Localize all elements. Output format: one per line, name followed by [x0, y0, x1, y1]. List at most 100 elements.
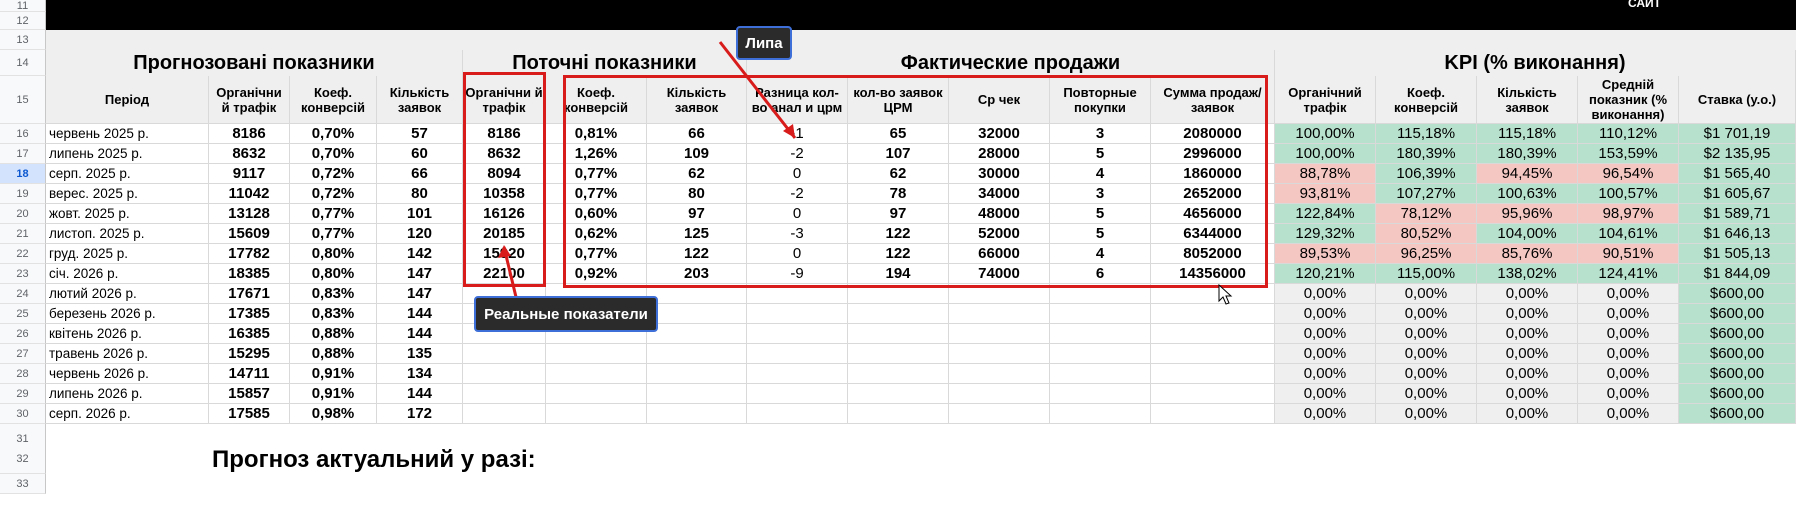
cell-k_avg[interactable]: 124,41% — [1578, 264, 1679, 284]
row-number[interactable]: 18 — [0, 164, 46, 184]
cell-f_conv[interactable]: 0,88% — [290, 344, 377, 364]
cell-diff[interactable]: -2 — [747, 184, 848, 204]
cell-diff[interactable]: 0 — [747, 244, 848, 264]
cell-sum[interactable] — [1151, 404, 1275, 424]
cell-diff[interactable] — [747, 324, 848, 344]
cell-rate[interactable]: $600,00 — [1679, 344, 1796, 364]
cell-f_leads[interactable]: 147 — [377, 284, 463, 304]
cell-k_avg[interactable]: 96,54% — [1578, 164, 1679, 184]
cell-f_traffic[interactable]: 13128 — [209, 204, 290, 224]
cell-k_conv[interactable]: 96,25% — [1376, 244, 1477, 264]
cell-k_conv[interactable]: 0,00% — [1376, 324, 1477, 344]
cell-f_leads[interactable]: 120 — [377, 224, 463, 244]
cell-avg[interactable] — [949, 384, 1050, 404]
cell-period[interactable]: серп. 2026 р. — [46, 404, 209, 424]
row-number[interactable]: 24 — [0, 284, 46, 304]
cell-c_traffic[interactable]: 8094 — [463, 164, 546, 184]
cell-sum[interactable]: 6344000 — [1151, 224, 1275, 244]
cell-c_conv[interactable] — [546, 344, 647, 364]
cell-k_conv[interactable]: 107,27% — [1376, 184, 1477, 204]
cell-repeat[interactable] — [1050, 304, 1151, 324]
row-number[interactable]: 13 — [0, 30, 46, 50]
cell-crm[interactable] — [848, 404, 949, 424]
cell-rate[interactable]: $2 135,95 — [1679, 144, 1796, 164]
cell-crm[interactable] — [848, 324, 949, 344]
cell-period[interactable]: травень 2026 р. — [46, 344, 209, 364]
cell-c_leads[interactable] — [647, 384, 747, 404]
cell-k_traffic[interactable]: 0,00% — [1275, 344, 1376, 364]
cell-diff[interactable] — [747, 404, 848, 424]
cell-k_avg[interactable]: 0,00% — [1578, 384, 1679, 404]
cell-f_traffic[interactable]: 9117 — [209, 164, 290, 184]
cell-period[interactable]: лютий 2026 р. — [46, 284, 209, 304]
cell-k_avg[interactable]: 0,00% — [1578, 324, 1679, 344]
column-header-k_avg[interactable]: Средній показник (% виконання) — [1578, 76, 1679, 124]
cell-c_leads[interactable] — [647, 404, 747, 424]
cell-k_leads[interactable]: 115,18% — [1477, 124, 1578, 144]
cell-k_avg[interactable]: 0,00% — [1578, 364, 1679, 384]
row-number[interactable]: 21 — [0, 224, 46, 244]
cell-c_conv[interactable]: 0,77% — [546, 164, 647, 184]
cell-k_leads[interactable]: 104,00% — [1477, 224, 1578, 244]
cell-diff[interactable]: -9 — [747, 264, 848, 284]
cell-k_avg[interactable]: 153,59% — [1578, 144, 1679, 164]
cell-k_avg[interactable]: 104,61% — [1578, 224, 1679, 244]
cell-repeat[interactable]: 3 — [1050, 124, 1151, 144]
cell-f_conv[interactable]: 0,77% — [290, 224, 377, 244]
cell-k_traffic[interactable]: 88,78% — [1275, 164, 1376, 184]
cell-k_traffic[interactable]: 100,00% — [1275, 124, 1376, 144]
cell-k_leads[interactable]: 0,00% — [1477, 384, 1578, 404]
cell-rate[interactable]: $1 565,40 — [1679, 164, 1796, 184]
cell-diff[interactable] — [747, 304, 848, 324]
cell-avg[interactable] — [949, 324, 1050, 344]
row-number[interactable]: 25 — [0, 304, 46, 324]
cell-f_conv[interactable]: 0,91% — [290, 364, 377, 384]
cell-crm[interactable]: 122 — [848, 244, 949, 264]
cell-k_conv[interactable]: 115,00% — [1376, 264, 1477, 284]
cell-repeat[interactable]: 5 — [1050, 144, 1151, 164]
cell-rate[interactable]: $600,00 — [1679, 384, 1796, 404]
cell-f_leads[interactable]: 60 — [377, 144, 463, 164]
cell-f_traffic[interactable]: 17782 — [209, 244, 290, 264]
column-header-c_conv[interactable]: Коеф. конверсій — [546, 76, 647, 124]
cell-rate[interactable]: $1 605,67 — [1679, 184, 1796, 204]
cell-c_conv[interactable]: 0,62% — [546, 224, 647, 244]
cell-crm[interactable] — [848, 364, 949, 384]
cell-k_leads[interactable]: 0,00% — [1477, 344, 1578, 364]
cell-diff[interactable] — [747, 284, 848, 304]
cell-rate[interactable]: $1 646,13 — [1679, 224, 1796, 244]
cell-repeat[interactable]: 3 — [1050, 184, 1151, 204]
cell-c_leads[interactable]: 62 — [647, 164, 747, 184]
cell-sum[interactable]: 14356000 — [1151, 264, 1275, 284]
cell-f_conv[interactable]: 0,80% — [290, 244, 377, 264]
cell-k_conv[interactable]: 0,00% — [1376, 344, 1477, 364]
cell-avg[interactable]: 48000 — [949, 204, 1050, 224]
cell-k_traffic[interactable]: 122,84% — [1275, 204, 1376, 224]
cell-repeat[interactable]: 4 — [1050, 244, 1151, 264]
row-number[interactable]: 12 — [0, 12, 46, 30]
cell-repeat[interactable]: 5 — [1050, 204, 1151, 224]
cell-avg[interactable] — [949, 284, 1050, 304]
cell-avg[interactable]: 52000 — [949, 224, 1050, 244]
column-header-sum[interactable]: Сумма продаж/заявок — [1151, 76, 1275, 124]
row-number[interactable]: 17 — [0, 144, 46, 164]
cell-f_leads[interactable]: 101 — [377, 204, 463, 224]
cell-k_traffic[interactable]: 0,00% — [1275, 324, 1376, 344]
cell-k_conv[interactable]: 115,18% — [1376, 124, 1477, 144]
cell-f_conv[interactable]: 0,83% — [290, 284, 377, 304]
cell-avg[interactable] — [949, 304, 1050, 324]
cell-f_conv[interactable]: 0,98% — [290, 404, 377, 424]
cell-period[interactable]: липень 2025 р. — [46, 144, 209, 164]
cell-sum[interactable]: 2996000 — [1151, 144, 1275, 164]
cell-f_conv[interactable]: 0,83% — [290, 304, 377, 324]
row-number[interactable]: 15 — [0, 76, 46, 124]
cell-f_traffic[interactable]: 17585 — [209, 404, 290, 424]
cell-c_leads[interactable]: 125 — [647, 224, 747, 244]
cell-period[interactable]: верес. 2025 р. — [46, 184, 209, 204]
cell-c_conv[interactable]: 0,77% — [546, 184, 647, 204]
cell-k_traffic[interactable]: 120,21% — [1275, 264, 1376, 284]
cell-f_conv[interactable]: 0,80% — [290, 264, 377, 284]
cell-c_leads[interactable] — [647, 344, 747, 364]
cell-f_traffic[interactable]: 15609 — [209, 224, 290, 244]
cell-k_avg[interactable]: 98,97% — [1578, 204, 1679, 224]
